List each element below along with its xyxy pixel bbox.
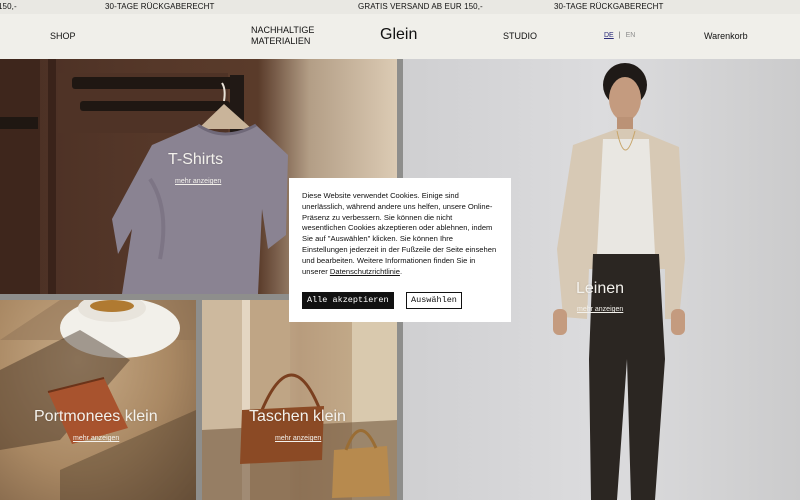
- tile-link-linen[interactable]: mehr anzeigen: [577, 306, 623, 313]
- cookie-text-end: .: [399, 266, 403, 276]
- lang-de[interactable]: DE: [604, 32, 614, 39]
- brand-logo[interactable]: Glein: [380, 26, 417, 44]
- tile-title-tshirts: T-Shirts: [168, 151, 224, 168]
- category-tile-wallets[interactable]: Portmonees klein mehr anzeigen: [0, 300, 196, 500]
- tile-title-linen: Leinen: [576, 280, 625, 297]
- tile-link-tshirts[interactable]: mehr anzeigen: [175, 178, 221, 185]
- category-tile-bags[interactable]: Taschen klein mehr anzeigen: [202, 300, 397, 500]
- ticker-free-shipping: GRATIS VERSAND AB EUR 150,-: [358, 2, 483, 11]
- cookie-consent-message: Diese Website verwendet Cookies. Einige …: [302, 191, 497, 276]
- tile-link-bags[interactable]: mehr anzeigen: [275, 435, 321, 442]
- announcement-ticker: 150,- 30-TAGE RÜCKGABERECHT GRATIS VERSA…: [0, 0, 800, 14]
- nav-cart[interactable]: Warenkorb: [704, 31, 748, 41]
- site-header: SHOP NACHHALTIGE MATERIALIEN Glein STUDI…: [0, 14, 800, 59]
- nav-shop[interactable]: SHOP: [50, 31, 76, 41]
- nav-materials-line1: NACHHALTIGE: [251, 25, 315, 35]
- ticker-fragment: 150,-: [0, 2, 17, 11]
- wallet-photo: [0, 300, 196, 500]
- tile-link-wallets[interactable]: mehr anzeigen: [73, 435, 119, 442]
- lang-en[interactable]: EN: [626, 32, 636, 39]
- bag-photo: [202, 300, 397, 500]
- choose-cookies-button[interactable]: Auswählen: [406, 292, 462, 309]
- nav-studio[interactable]: STUDIO: [503, 31, 537, 41]
- lang-separator: |: [618, 32, 621, 39]
- tile-title-bags: Taschen klein: [249, 408, 346, 425]
- language-switcher: DE | EN: [604, 32, 635, 39]
- accept-all-cookies-button[interactable]: Alle akzeptieren: [302, 292, 394, 309]
- cookie-consent-text: Diese Website verwendet Cookies. Einige …: [302, 191, 498, 277]
- privacy-policy-link[interactable]: Datenschutzrichtlinie: [330, 267, 400, 276]
- nav-materials-line2: MATERIALIEN: [251, 36, 311, 46]
- nav-sustainable-materials[interactable]: NACHHALTIGE MATERIALIEN: [251, 25, 314, 47]
- ticker-return-policy-repeat: 30-TAGE RÜCKGABERECHT: [554, 2, 664, 11]
- tile-title-wallets: Portmonees klein: [34, 408, 158, 425]
- cookie-consent-banner: Diese Website verwendet Cookies. Einige …: [289, 178, 511, 322]
- ticker-return-policy: 30-TAGE RÜCKGABERECHT: [105, 2, 215, 11]
